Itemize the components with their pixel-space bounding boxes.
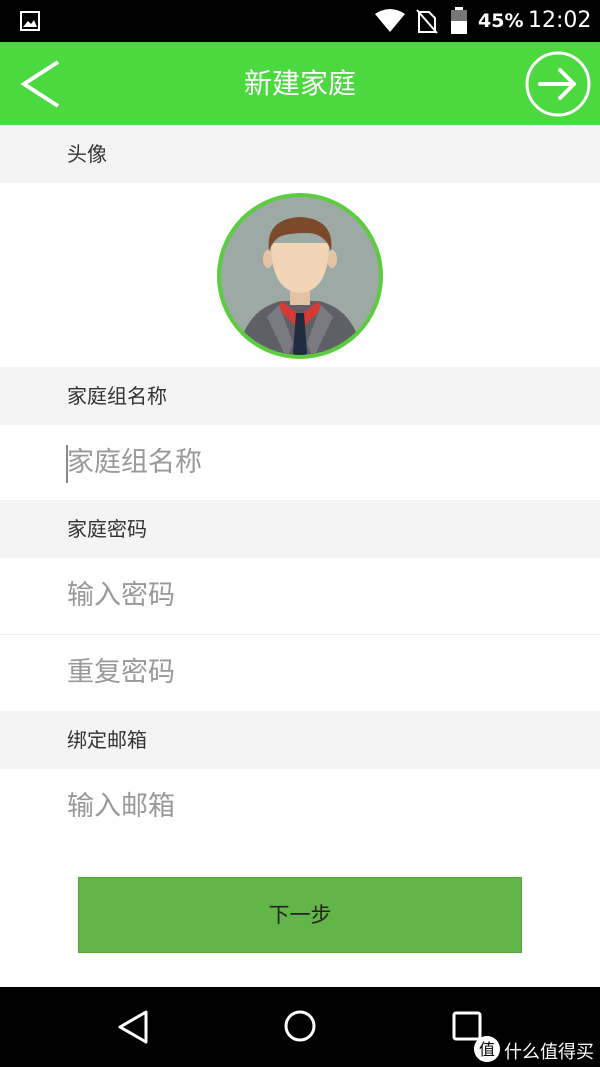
group-name-input[interactable] xyxy=(67,425,567,500)
status-bar: 45% 12:02 xyxy=(0,0,600,42)
avatar-area xyxy=(0,183,600,367)
password-input[interactable] xyxy=(67,558,567,633)
arrow-right-circle-icon[interactable] xyxy=(524,50,592,118)
next-step-button[interactable]: 下一步 xyxy=(78,877,522,953)
repeat-password-input[interactable] xyxy=(67,635,567,710)
section-header-email: 绑定邮箱 xyxy=(0,711,600,769)
wifi-icon xyxy=(375,9,405,32)
gallery-icon xyxy=(20,11,40,31)
text-caret xyxy=(66,445,68,483)
clock: 12:02 xyxy=(528,8,592,33)
watermark-logo-icon: 值 xyxy=(474,1036,500,1062)
nav-back-icon[interactable] xyxy=(116,1009,150,1045)
screen: 45% 12:02 新建家庭 头像 家庭组名称 家庭组名称 家庭密码 绑定邮箱 … xyxy=(0,0,600,1067)
battery-icon xyxy=(451,7,467,34)
avatar[interactable] xyxy=(217,193,383,359)
page-title: 新建家庭 xyxy=(243,67,356,100)
section-header-group-name: 家庭组名称 xyxy=(0,367,600,425)
email-row xyxy=(0,769,600,844)
watermark-text: 什么值得买 xyxy=(504,1042,594,1063)
chevron-left-icon[interactable] xyxy=(14,56,70,112)
email-input[interactable] xyxy=(67,769,567,844)
nav-recent-icon[interactable] xyxy=(452,1011,482,1041)
section-header-password: 家庭密码 xyxy=(0,500,600,558)
password-row xyxy=(0,558,600,633)
app-header: 新建家庭 xyxy=(0,42,600,125)
battery-percent: 45% xyxy=(478,10,524,32)
section-header-avatar: 头像 xyxy=(0,125,600,183)
nav-home-icon[interactable] xyxy=(283,1009,317,1043)
repeat-password-row xyxy=(0,635,600,710)
no-sim-icon xyxy=(416,9,438,34)
group-name-row xyxy=(0,425,600,500)
svg-text:值: 值 xyxy=(479,1040,495,1059)
